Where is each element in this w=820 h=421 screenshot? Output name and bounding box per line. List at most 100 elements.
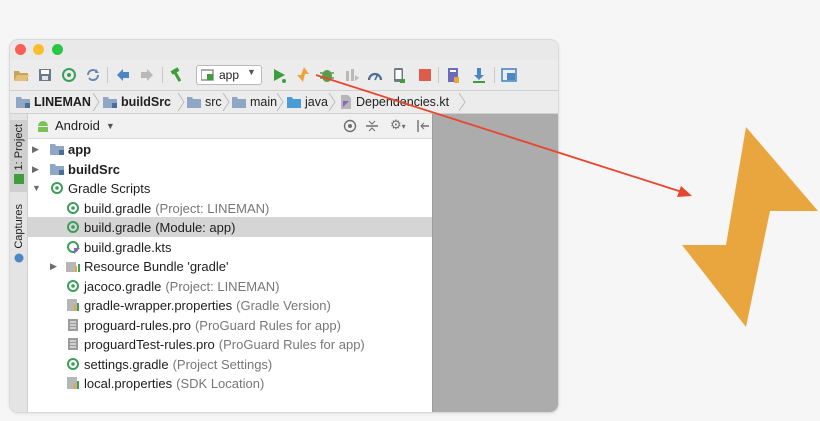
tree-item-label: proguard-rules.pro (84, 317, 191, 333)
hammer-icon[interactable] (168, 66, 186, 84)
tree-item[interactable]: build.gradle.kts (28, 237, 432, 257)
forward-icon[interactable] (138, 66, 156, 84)
hide-icon[interactable] (416, 119, 430, 133)
attach-icon[interactable] (342, 66, 360, 84)
tree-item[interactable]: jacoco.gradle (Project: LINEMAN) (28, 276, 432, 296)
text-file-icon (68, 338, 78, 350)
tree-item-hint: (ProGuard Rules for app) (194, 317, 341, 333)
tree-item[interactable]: ▶ buildSrc (28, 159, 432, 179)
tree-item-hint: (Project Settings) (172, 356, 273, 372)
tree-item-label: buildSrc (68, 161, 121, 177)
chevron-down-icon: ▼ (247, 67, 256, 77)
breadcrumb-label: Dependencies.kt (356, 95, 450, 109)
source-folder-icon (287, 97, 301, 108)
title-bar (10, 40, 558, 60)
debug-icon[interactable] (318, 66, 336, 84)
tab-project-label: 1: Project (12, 124, 25, 171)
editor-area (432, 114, 558, 412)
tree-item-label: jacoco.gradle (84, 278, 162, 294)
tree-item[interactable]: proguardTest-rules.pro (ProGuard Rules f… (28, 334, 432, 354)
folder-open-icon[interactable] (12, 66, 30, 84)
project-icon (13, 174, 24, 185)
tab-project[interactable]: 1: Project (10, 120, 27, 192)
view-selector[interactable]: Android ▼ (36, 118, 115, 133)
gradle-file-icon (67, 202, 79, 214)
target-icon[interactable] (343, 119, 357, 133)
breadcrumb-java[interactable]: java (287, 91, 328, 113)
breadcrumb-lineman[interactable]: LINEMAN (16, 91, 91, 113)
breadcrumb-buildsrc[interactable]: buildSrc (103, 91, 171, 113)
module-folder-icon (103, 97, 117, 108)
project-view-header: Android ▼ ⚙▾ (28, 114, 432, 139)
tree-item[interactable]: ▶ Resource Bundle 'gradle' (28, 256, 432, 276)
tree-item[interactable]: proguard-rules.pro (ProGuard Rules for a… (28, 315, 432, 335)
run-icon[interactable] (270, 66, 288, 84)
back-icon[interactable] (114, 66, 132, 84)
minimize-window-button[interactable] (33, 44, 44, 55)
resource-bundle-icon (66, 262, 80, 272)
tree-item[interactable]: settings.gradle (Project Settings) (28, 354, 432, 374)
tree-item-hint: (SDK Location) (176, 375, 265, 391)
layout-icon[interactable] (500, 66, 518, 84)
download-icon[interactable] (470, 66, 488, 84)
collapse-arrow-icon[interactable]: ▼ (32, 183, 42, 193)
expand-arrow-icon[interactable]: ▶ (50, 261, 60, 272)
breadcrumb-label: java (305, 95, 328, 109)
gradle-scripts-icon (51, 182, 63, 194)
tree-item-label: build.gradle.kts (84, 239, 172, 255)
lightning-bolt-icon (682, 127, 818, 327)
tree-item[interactable]: ▼ Gradle Scripts (28, 178, 432, 198)
breadcrumb-src[interactable]: src (187, 91, 222, 113)
folder-icon (232, 97, 246, 108)
tab-captures-label: Captures (12, 204, 25, 249)
breadcrumb-label: LINEMAN (34, 95, 91, 109)
tree-item-label: build.gradle (84, 219, 152, 235)
apply-changes-icon[interactable] (294, 66, 312, 84)
breadcrumb-main[interactable]: main (232, 91, 277, 113)
chevron-down-icon: ▼ (105, 120, 115, 131)
breadcrumb-dependencies-kt[interactable]: Dependencies.kt (340, 91, 449, 113)
zoom-window-button[interactable] (52, 44, 63, 55)
tree-item[interactable]: gradle-wrapper.properties (Gradle Versio… (28, 295, 432, 315)
module-folder-icon (16, 97, 30, 108)
ide-window: app ▼ LINEMAN buildSrc src main java Dep… (10, 40, 558, 412)
tree-item-hint: (Project: LINEMAN) (155, 200, 270, 216)
tree-item-label: Gradle Scripts (68, 180, 151, 196)
profile-icon[interactable] (366, 66, 384, 84)
stop-icon[interactable] (416, 66, 434, 84)
kotlin-file-icon (341, 95, 351, 109)
breadcrumb-label: main (250, 95, 278, 109)
tree-item-hint: (ProGuard Rules for app) (218, 336, 365, 352)
tree-item-label: build.gradle (84, 200, 152, 216)
tree-item[interactable]: local.properties (SDK Location) (28, 373, 432, 393)
project-tree: ▶ app ▶ buildSrc ▼ Gradle Scripts build.… (28, 139, 432, 412)
refresh-icon[interactable] (84, 66, 102, 84)
expand-arrow-icon[interactable]: ▶ (32, 164, 42, 175)
expand-arrow-icon[interactable]: ▶ (32, 144, 42, 155)
run-configuration-dropdown[interactable]: app ▼ (196, 65, 262, 85)
sync-icon[interactable] (60, 66, 78, 84)
properties-file-icon (67, 377, 79, 389)
tree-item-label: settings.gradle (84, 356, 169, 372)
tree-item-label: Resource Bundle 'gradle' (84, 258, 229, 274)
tab-captures[interactable]: Captures (10, 200, 27, 272)
tree-item[interactable]: ▶ app (28, 139, 432, 159)
module-folder-icon (50, 164, 64, 175)
tree-item-label: local.properties (84, 375, 173, 391)
properties-file-icon (67, 299, 79, 311)
tree-item[interactable]: build.gradle (Project: LINEMAN) (28, 198, 432, 218)
gear-icon[interactable]: ⚙▾ (390, 117, 406, 133)
breadcrumb-label: buildSrc (121, 95, 172, 109)
tool-window-strip: 1: Project Captures (10, 114, 28, 412)
device-icon[interactable] (390, 66, 408, 84)
module-folder-icon (50, 144, 64, 155)
tree-item-hint: (Gradle Version) (236, 297, 331, 313)
collapse-icon[interactable] (365, 119, 379, 133)
tree-item-selected[interactable]: build.gradle (Module: app) (28, 217, 432, 237)
close-window-button[interactable] (15, 44, 26, 55)
save-icon[interactable] (36, 66, 54, 84)
tree-item-hint: (Project: LINEMAN) (165, 278, 280, 294)
breadcrumb-label: src (205, 95, 222, 109)
sdk-icon[interactable] (444, 66, 462, 84)
view-selector-label: Android (55, 118, 100, 133)
